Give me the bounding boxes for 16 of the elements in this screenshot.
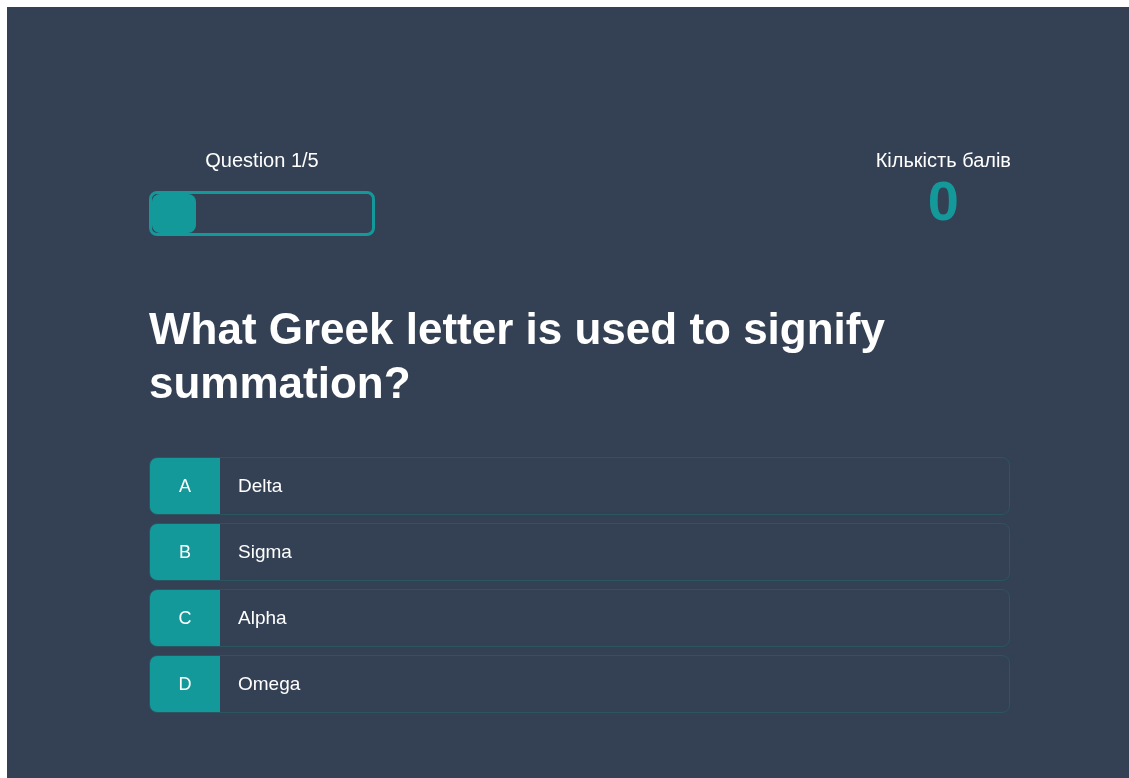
answer-option[interactable]: D Omega bbox=[149, 655, 1010, 713]
option-letter: A bbox=[150, 458, 220, 514]
answer-option[interactable]: C Alpha bbox=[149, 589, 1010, 647]
score-value: 0 bbox=[927, 172, 959, 230]
question-counter: Question 1/5 bbox=[205, 148, 319, 172]
option-text: Omega bbox=[237, 671, 301, 696]
question-text: What Greek letter is used to signify summation? bbox=[149, 303, 886, 409]
score-label: Кількість балів bbox=[875, 148, 1011, 172]
option-text: Delta bbox=[237, 473, 283, 498]
option-letter: D bbox=[150, 656, 220, 712]
option-letter: C bbox=[150, 590, 220, 646]
option-letter: B bbox=[150, 524, 220, 580]
answer-option[interactable]: B Sigma bbox=[149, 523, 1010, 581]
option-text: Alpha bbox=[237, 605, 287, 630]
answer-option[interactable]: A Delta bbox=[149, 457, 1010, 515]
option-text: Sigma bbox=[237, 539, 292, 564]
